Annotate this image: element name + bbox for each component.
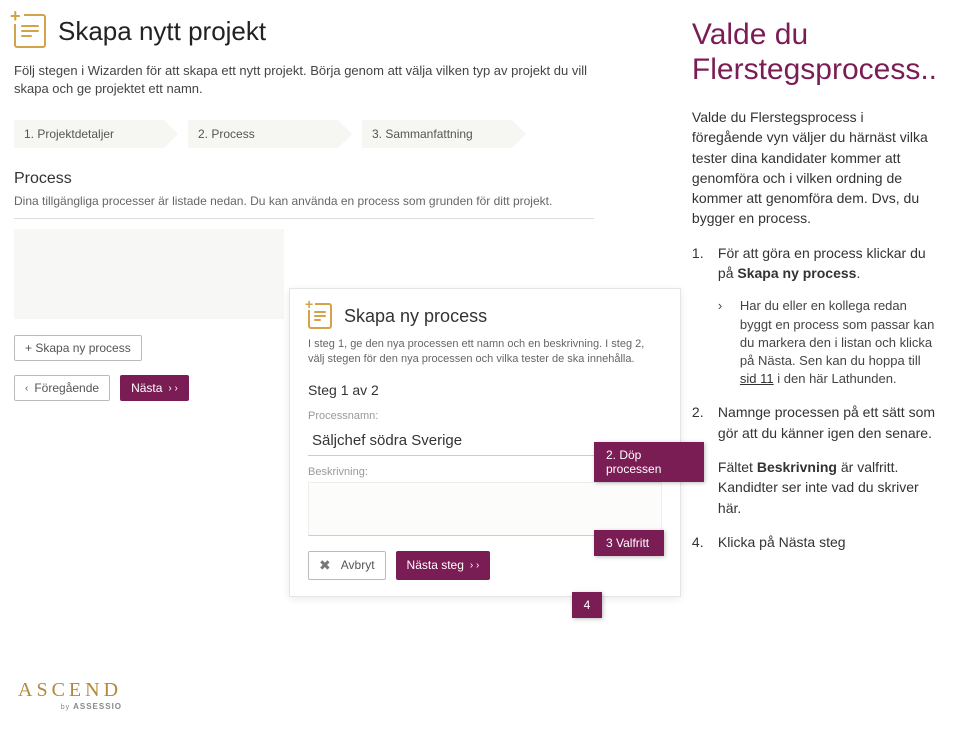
brand-logo: ASCEND byASSESSIO bbox=[18, 679, 122, 711]
previous-button[interactable]: ‹ Föregående bbox=[14, 375, 110, 401]
step-process[interactable]: 2. Process bbox=[188, 120, 338, 148]
new-project-icon: + bbox=[14, 14, 46, 48]
process-desc-input[interactable] bbox=[308, 482, 662, 536]
wizard-steps: 1. Projektdetaljer 2. Process 3. Sammanf… bbox=[14, 120, 672, 148]
page-title: Skapa nytt projekt bbox=[58, 16, 266, 47]
next-label: Nästa bbox=[131, 381, 162, 395]
callout-3: 3 Valfritt bbox=[594, 530, 664, 556]
guide-item-3: 3. Fältet Beskrivning är valfritt. Kandi… bbox=[692, 457, 937, 518]
modal-step-indicator: Steg 1 av 2 bbox=[308, 382, 662, 398]
guide-intro: Valde du Flerstegsprocess i föregående v… bbox=[692, 107, 937, 229]
modal-desc: I steg 1, ge den nya processen ett namn … bbox=[308, 337, 662, 368]
guide-item-2: 2. Namnge processen på ett sätt som gör … bbox=[692, 402, 937, 443]
previous-label: Föregående bbox=[34, 381, 99, 395]
guide-item-4: 4. Klicka på Nästa steg bbox=[692, 532, 937, 552]
chevron-right-icon: › › bbox=[168, 383, 177, 394]
section-subtitle: Dina tillgängliga processer är listade n… bbox=[14, 194, 594, 219]
create-process-button[interactable]: + Skapa ny process bbox=[14, 335, 142, 361]
chevron-left-icon: ‹ bbox=[25, 383, 28, 394]
guide-subitem: › Har du eller en kollega redan byggt en… bbox=[718, 297, 937, 388]
new-process-icon: + bbox=[308, 303, 332, 329]
guide-title: Valde du Flerstegsprocess.. bbox=[692, 18, 937, 87]
callout-4: 4 bbox=[572, 592, 602, 618]
chevron-right-icon: › bbox=[718, 297, 730, 388]
modal-title: Skapa ny process bbox=[344, 306, 487, 327]
callout-2: 2. Döp processen bbox=[594, 442, 704, 482]
intro-text: Följ stegen i Wizarden för att skapa ett… bbox=[14, 62, 594, 98]
guide-column: Valde du Flerstegsprocess.. Valde du Fle… bbox=[682, 0, 959, 731]
step-project-details[interactable]: 1. Projektdetaljer bbox=[14, 120, 164, 148]
close-icon: ✖ bbox=[319, 557, 331, 574]
step-summary[interactable]: 3. Sammanfattning bbox=[362, 120, 512, 148]
process-name-label: Processnamn: bbox=[308, 410, 662, 422]
chevron-right-icon: › › bbox=[470, 560, 479, 571]
create-process-label: + Skapa ny process bbox=[25, 341, 131, 355]
cancel-label: Avbryt bbox=[341, 558, 375, 572]
next-step-label: Nästa steg bbox=[407, 558, 464, 572]
page-link[interactable]: sid 11 bbox=[740, 371, 774, 386]
next-button[interactable]: Nästa › › bbox=[120, 375, 189, 401]
guide-item-1: 1. För att göra en process klickar du på… bbox=[692, 243, 937, 284]
page-header: + Skapa nytt projekt bbox=[14, 14, 672, 48]
next-step-button[interactable]: Nästa steg › › bbox=[396, 551, 491, 580]
cancel-button[interactable]: ✖ Avbryt bbox=[308, 551, 386, 580]
process-list-area[interactable] bbox=[14, 229, 284, 319]
section-title: Process bbox=[14, 170, 672, 188]
